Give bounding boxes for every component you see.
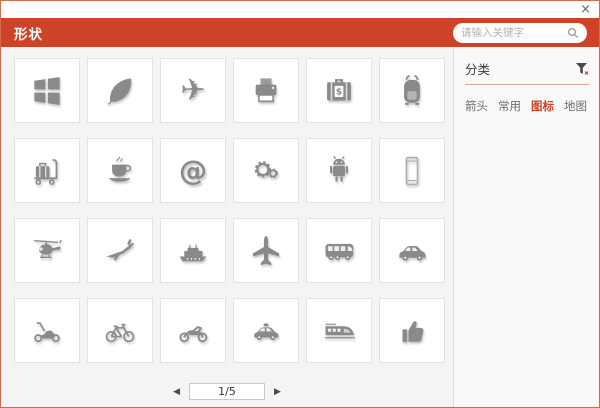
shape-tile-coffee-cup[interactable] <box>87 138 153 203</box>
page-title: 形状 <box>14 26 43 43</box>
airplane-top-view-icon <box>252 235 280 265</box>
svg-text:$: $ <box>336 87 342 97</box>
shape-grid: ✈ $ @ <box>14 58 445 363</box>
shape-tile-android-robot[interactable] <box>306 138 372 203</box>
next-page-icon[interactable]: ▶ <box>274 387 281 397</box>
close-icon[interactable]: × <box>580 1 591 18</box>
high-speed-train-icon <box>324 323 355 338</box>
search-icon <box>567 27 579 38</box>
suv-car-icon <box>399 245 426 261</box>
prev-page-icon[interactable]: ◀ <box>173 387 180 397</box>
at-symbol-icon: @ <box>179 153 207 187</box>
category-icons[interactable]: 图标 <box>531 98 554 114</box>
bus-icon <box>325 243 354 260</box>
shape-tile-thumbs-up[interactable] <box>379 298 445 363</box>
search-box[interactable] <box>453 22 587 43</box>
category-heading: 分类 <box>465 62 491 77</box>
smartphone-icon <box>405 156 419 185</box>
thumbs-up-icon <box>402 320 424 342</box>
shape-tile-backpack[interactable] <box>379 58 445 123</box>
shape-tile-helicopter[interactable] <box>14 218 80 283</box>
android-robot-icon <box>330 155 348 182</box>
category-sidebar: 分类 箭头 常用 图标 地图 <box>453 47 599 407</box>
shape-tile-high-speed-train[interactable] <box>306 298 372 363</box>
bicycle-icon <box>105 323 135 342</box>
shape-tile-airplane-top-view[interactable] <box>233 218 299 283</box>
scooter-icon <box>34 321 60 342</box>
cruise-ship-icon <box>179 244 207 261</box>
category-common[interactable]: 常用 <box>498 98 521 114</box>
dialog-header: 形状 <box>1 18 599 47</box>
briefcase-dollar-icon: $ <box>327 78 351 100</box>
helicopter-icon <box>34 239 62 258</box>
shape-tile-smartphone[interactable] <box>379 138 445 203</box>
shape-tile-at-symbol[interactable]: @ <box>160 138 226 203</box>
shape-tile-private-jet[interactable] <box>87 218 153 283</box>
pagination: ◀ 1/5 ▶ <box>1 383 453 400</box>
backpack-icon <box>404 74 420 105</box>
shape-tile-taxi[interactable] <box>233 298 299 363</box>
shape-tile-suv-car[interactable] <box>379 218 445 283</box>
title-bar: × <box>1 1 599 18</box>
category-list: 箭头 常用 图标 地图 <box>465 98 589 114</box>
shape-tile-luggage-cart[interactable] <box>14 138 80 203</box>
shape-tile-bicycle[interactable] <box>87 298 153 363</box>
category-divider <box>465 84 589 85</box>
private-jet-icon <box>106 238 134 260</box>
taxi-icon <box>254 322 279 340</box>
leaf-icon <box>107 77 132 105</box>
windows-logo-icon <box>34 76 60 105</box>
shape-tile-gears[interactable] <box>233 138 299 203</box>
shape-tile-cruise-ship[interactable] <box>160 218 226 283</box>
coffee-cup-icon <box>108 156 132 182</box>
shape-tile-leaf[interactable] <box>87 58 153 123</box>
airplane-icon: ✈ <box>180 72 206 108</box>
filter-clear-icon[interactable] <box>575 62 589 76</box>
printer-icon <box>255 77 277 102</box>
page-indicator[interactable]: 1/5 <box>189 383 265 400</box>
shape-tile-windows-logo[interactable] <box>14 58 80 123</box>
shapes-dialog: × 形状 ✈ <box>0 0 600 408</box>
shape-tile-printer[interactable] <box>233 58 299 123</box>
shape-tile-scooter[interactable] <box>14 298 80 363</box>
dialog-body: ✈ $ @ ◀ 1/5 ▶ 分类 箭头 常用 图标 地图 <box>1 47 599 407</box>
motorcycle-icon <box>179 325 208 342</box>
category-maps[interactable]: 地图 <box>564 98 587 114</box>
shape-tile-airplane[interactable]: ✈ <box>160 58 226 123</box>
luggage-cart-icon <box>34 158 58 185</box>
gears-icon <box>254 160 279 178</box>
search-input[interactable] <box>461 26 567 39</box>
shape-tile-briefcase-dollar[interactable]: $ <box>306 58 372 123</box>
shape-tile-motorcycle[interactable] <box>160 298 226 363</box>
category-arrows[interactable]: 箭头 <box>465 98 488 114</box>
shape-tile-bus[interactable] <box>306 218 372 283</box>
